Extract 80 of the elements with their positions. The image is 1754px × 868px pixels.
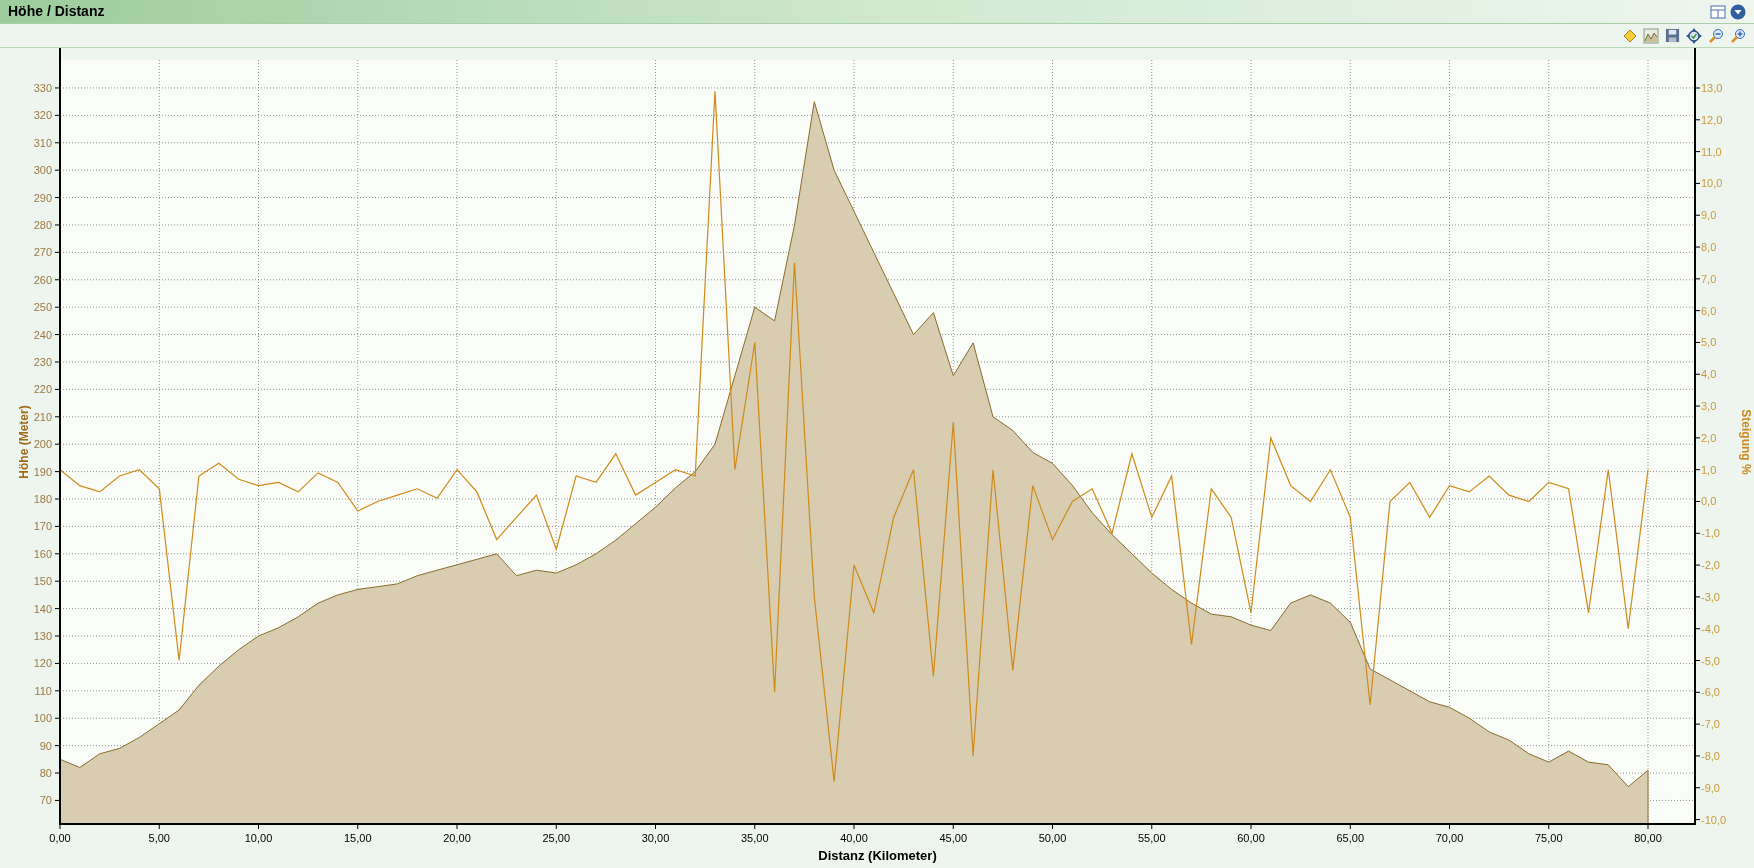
axis-tick-label: 50,00 [1038,832,1067,844]
axis-tick-label: 330 [33,81,52,94]
axis-tick-label: 1,0 [1701,463,1717,476]
axis-tick-label: 9,0 [1701,209,1717,222]
fit-view-icon[interactable] [1686,27,1702,44]
x-axis-title: Distanz (Kilometer) [818,848,937,863]
axis-tick-label: 0,00 [49,832,71,844]
axis-tick-label: 2,0 [1701,431,1717,444]
axis-tick-label: 11,0 [1701,145,1722,158]
axis-tick-label: 20,00 [443,832,471,844]
window-title: Höhe / Distanz [8,2,105,21]
axis-tick-label: 12,0 [1701,113,1723,126]
axis-tick-label: 0,0 [1701,495,1717,508]
axis-tick-label: 90 [39,739,52,752]
axis-tick-label: -3,0 [1701,590,1720,603]
axis-tick-label: 80 [39,767,52,780]
axis-tick-label: 110 [34,684,52,697]
axis-tick-label: 230 [33,356,52,368]
zoom-out-icon[interactable] [1708,27,1724,44]
axis-tick-label: 300 [33,164,52,177]
axis-tick-label: -7,0 [1701,718,1720,731]
axis-tick-label: 10,00 [244,832,273,844]
axis-tick-label: 70,00 [1435,832,1464,844]
axis-tick-label: -5,0 [1701,654,1720,667]
axis-tick-label: 270 [33,246,52,259]
axis-tick-label: -4,0 [1701,622,1720,635]
axis-tick-label: 8,0 [1701,241,1717,253]
axis-tick-label: 4,0 [1701,368,1717,381]
axis-tick-label: 35,00 [741,832,769,844]
axis-tick-label: 120 [33,657,52,670]
axis-tick-label: 65,00 [1336,832,1364,844]
axis-tick-label: 190 [33,465,52,478]
axis-tick-label: 170 [33,520,52,533]
axis-tick-label: 15,00 [344,832,372,844]
axis-tick-label: 310 [33,136,52,149]
axis-tick-label: 25,00 [542,832,570,844]
axis-tick-label: -10,0 [1701,813,1727,826]
axis-tick-label: 75,00 [1535,832,1563,844]
axis-tick-label: 7,0 [1701,272,1717,285]
axis-tick-label: 10,0 [1701,177,1723,190]
secondary-axis-title: Steigung % [1739,409,1752,475]
axis-tick-label: 5,00 [148,832,170,844]
axis-tick-label: 150 [33,575,52,588]
dropdown-icon[interactable] [1730,3,1746,20]
axis-tick-label: 130 [33,630,52,642]
y-axis-title: Höhe (Meter) [17,405,31,479]
axis-tick-label: 6,0 [1701,304,1717,317]
axis-tick-label: 250 [33,301,52,314]
axis-tick-label: -9,0 [1701,781,1720,794]
axis-tick-label: 210 [33,410,52,423]
axis-tick-label: 45,00 [939,832,967,844]
axis-tick-label: 5,0 [1701,336,1717,349]
axis-tick-label: 140 [33,602,52,615]
axis-tick-label: 280 [33,218,52,231]
axis-tick-label: 3,0 [1701,400,1717,413]
axis-tick-label: 40,00 [840,832,868,844]
axis-tick-label: 60,00 [1237,832,1265,844]
axis-tick-label: 70 [39,794,52,807]
chart-icon[interactable] [1643,27,1659,44]
axis-tick-label: 200 [33,438,52,451]
axis-tick-label: 100 [33,712,52,725]
axis-tick-label: -2,0 [1701,559,1720,572]
save-icon[interactable] [1665,28,1680,43]
axis-tick-label: 260 [33,273,52,286]
axis-tick-label: 30,00 [641,832,670,844]
axis-tick-label: 55,00 [1138,832,1166,844]
axis-tick-label: -6,0 [1701,686,1720,699]
diamond-icon[interactable] [1623,28,1637,43]
axis-tick-label: 240 [33,328,52,341]
axis-tick-label: 13,0 [1701,82,1723,94]
zoom-in-icon[interactable] [1730,27,1746,44]
axis-tick-label: 290 [33,191,52,204]
axis-tick-label: 160 [33,547,52,560]
axis-tick-label: 220 [33,383,52,396]
axis-tick-label: 180 [33,493,52,505]
axis-tick-label: -1,0 [1701,527,1720,540]
axis-tick-label: 320 [33,109,52,122]
layout-icon[interactable] [1710,3,1726,20]
axis-tick-label: -8,0 [1701,749,1720,762]
axis-tick-label: 80,00 [1634,832,1662,844]
